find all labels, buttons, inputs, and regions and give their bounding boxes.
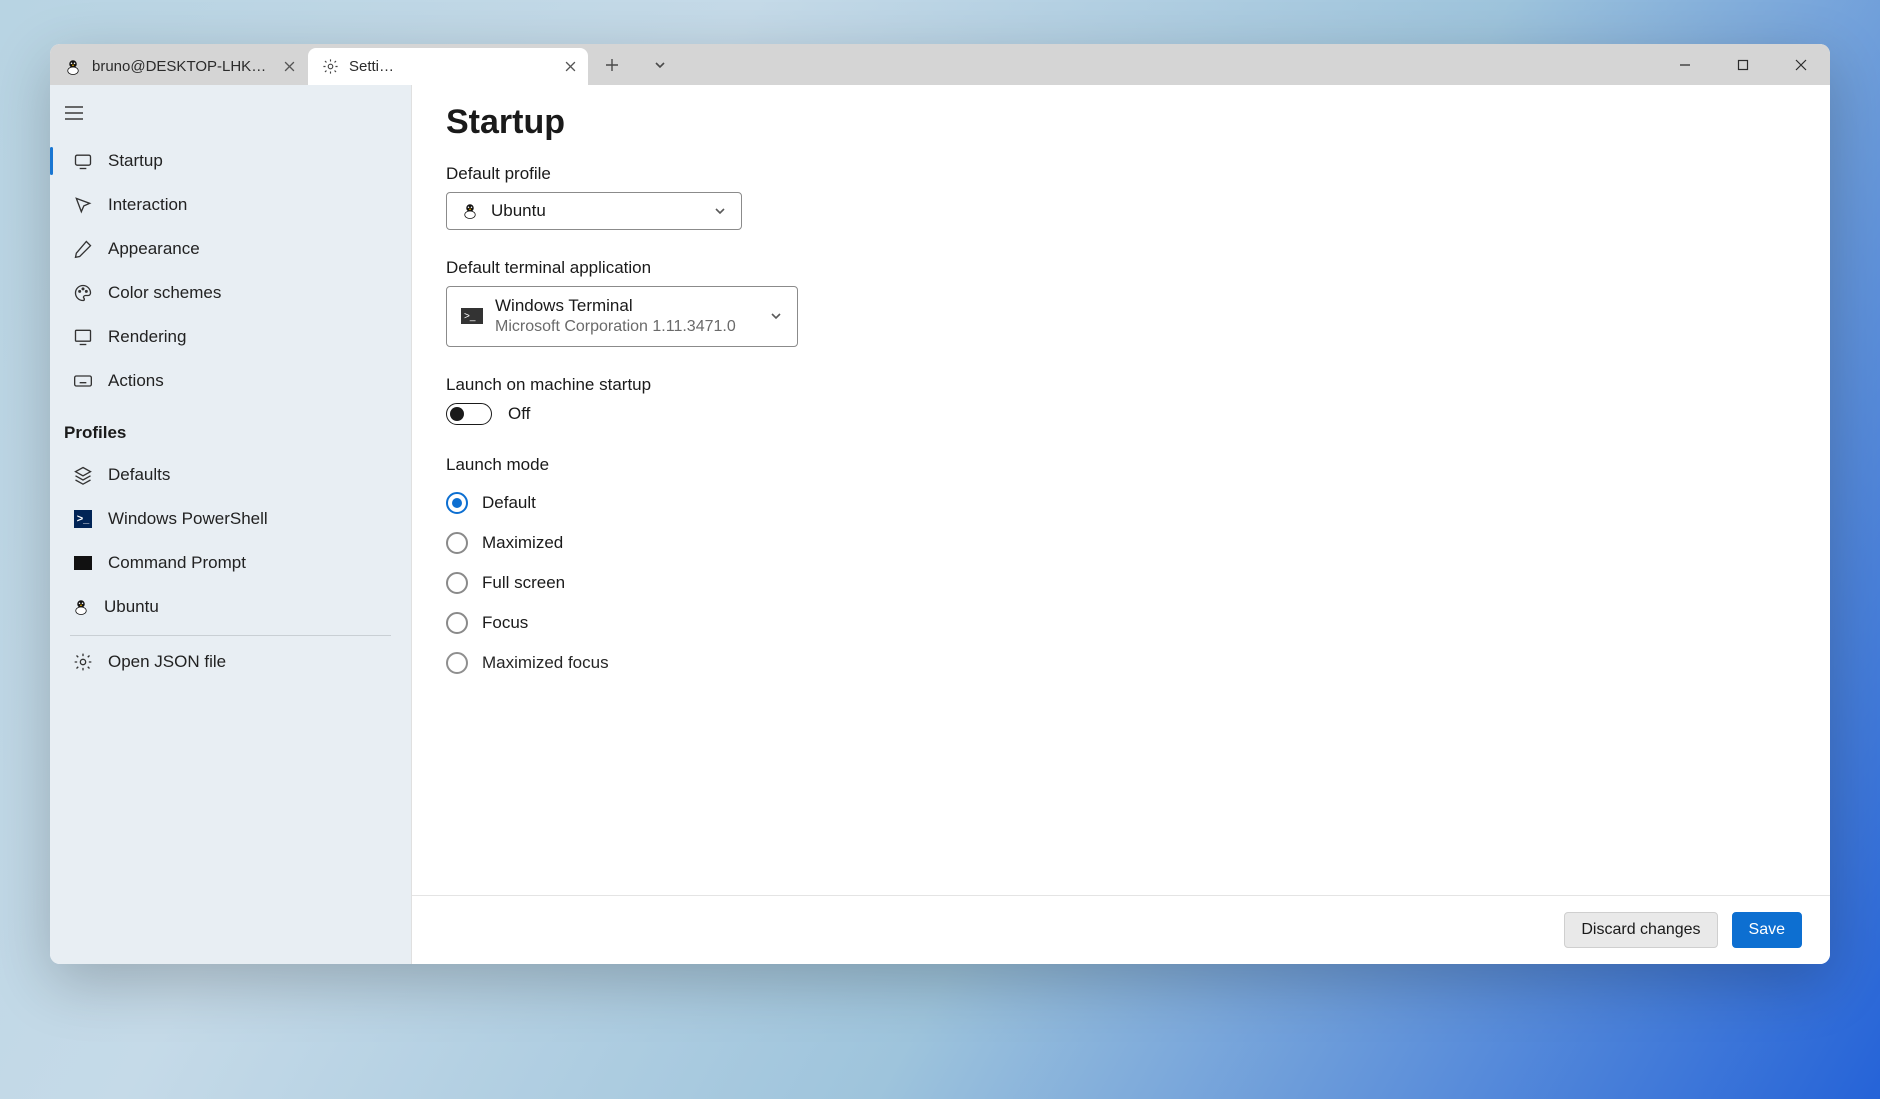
close-window-button[interactable]	[1772, 44, 1830, 85]
minimize-button[interactable]	[1656, 44, 1714, 85]
chevron-down-icon	[713, 204, 727, 218]
radio-icon	[446, 572, 468, 594]
sidebar-item-open-json[interactable]: Open JSON file	[50, 640, 411, 684]
save-button[interactable]: Save	[1732, 912, 1802, 948]
tab-label: bruno@DESKTOP-LHKG09U: /m	[92, 58, 272, 75]
radio-icon	[446, 532, 468, 554]
sidebar: Startup Interaction Appearance Color sch…	[50, 85, 412, 964]
sidebar-item-label: Ubuntu	[104, 597, 159, 617]
hamburger-button[interactable]	[50, 95, 411, 139]
default-profile-select[interactable]: Ubuntu	[446, 192, 742, 230]
sidebar-section-profiles: Profiles	[50, 403, 411, 453]
sidebar-item-startup[interactable]: Startup	[50, 139, 411, 183]
app-window: bruno@DESKTOP-LHKG09U: /m Settings	[50, 44, 1830, 964]
page-title: Startup	[446, 103, 1796, 142]
launch-mode-label: Launch mode	[446, 455, 1796, 475]
radio-label: Full screen	[482, 573, 565, 593]
window-controls	[1656, 44, 1830, 85]
sidebar-item-label: Color schemes	[108, 283, 221, 303]
sidebar-item-label: Startup	[108, 151, 163, 171]
radio-label: Maximized	[482, 533, 563, 553]
launch-mode-option-full-screen[interactable]: Full screen	[446, 563, 1796, 603]
tab-dropdown-button[interactable]	[636, 44, 684, 85]
launch-mode-option-focus[interactable]: Focus	[446, 603, 1796, 643]
sidebar-item-rendering[interactable]: Rendering	[50, 315, 411, 359]
sidebar-item-label: Actions	[108, 371, 164, 391]
sidebar-item-color-schemes[interactable]: Color schemes	[50, 271, 411, 315]
radio-label: Default	[482, 493, 536, 513]
launch-on-startup-value: Off	[508, 404, 530, 424]
close-tab-icon[interactable]	[282, 60, 296, 74]
sidebar-item-label: Windows PowerShell	[108, 509, 268, 529]
powershell-icon: >_	[72, 510, 94, 528]
gear-icon	[72, 652, 94, 672]
tab-terminal-session[interactable]: bruno@DESKTOP-LHKG09U: /m	[50, 48, 308, 85]
launch-mode-option-maximized[interactable]: Maximized	[446, 523, 1796, 563]
chevron-down-icon	[769, 309, 783, 323]
sidebar-item-defaults[interactable]: Defaults	[50, 453, 411, 497]
terminal-icon: >_	[461, 308, 483, 324]
sidebar-item-label: Rendering	[108, 327, 186, 347]
sidebar-item-label: Appearance	[108, 239, 200, 259]
keyboard-icon	[72, 371, 94, 391]
monitor-icon	[72, 327, 94, 347]
content: Startup Default profile Ubuntu Default t…	[412, 85, 1830, 964]
palette-icon	[72, 283, 94, 303]
launch-on-startup-toggle[interactable]	[446, 403, 492, 425]
sidebar-item-label: Defaults	[108, 465, 170, 485]
gear-icon	[322, 58, 339, 75]
cmd-icon	[72, 556, 94, 570]
body: Startup Interaction Appearance Color sch…	[50, 85, 1830, 964]
footer: Discard changes Save	[412, 895, 1830, 964]
sidebar-item-actions[interactable]: Actions	[50, 359, 411, 403]
maximize-button[interactable]	[1714, 44, 1772, 85]
startup-icon	[72, 151, 94, 171]
default-terminal-value: Windows Terminal	[495, 295, 736, 317]
sidebar-divider	[70, 635, 391, 636]
close-tab-icon[interactable]	[564, 60, 576, 74]
launch-on-startup-label: Launch on machine startup	[446, 375, 1796, 395]
cursor-icon	[72, 195, 94, 215]
radio-icon	[446, 492, 468, 514]
new-tab-button[interactable]	[588, 44, 636, 85]
sidebar-item-command-prompt[interactable]: Command Prompt	[50, 541, 411, 585]
radio-label: Focus	[482, 613, 528, 633]
discard-button[interactable]: Discard changes	[1564, 912, 1717, 948]
sidebar-item-label: Open JSON file	[108, 652, 226, 672]
radio-label: Maximized focus	[482, 653, 609, 673]
default-terminal-sub: Microsoft Corporation 1.11.3471.0	[495, 317, 736, 338]
tab-settings[interactable]: Settings	[308, 48, 588, 85]
radio-icon	[446, 612, 468, 634]
default-profile-label: Default profile	[446, 164, 1796, 184]
ubuntu-icon	[64, 58, 82, 76]
brush-icon	[72, 239, 94, 259]
tab-label: Settings	[349, 58, 394, 75]
sidebar-item-label: Interaction	[108, 195, 187, 215]
ubuntu-icon	[72, 598, 90, 616]
launch-mode-option-maximized-focus[interactable]: Maximized focus	[446, 643, 1796, 683]
sidebar-item-ubuntu[interactable]: Ubuntu	[50, 585, 411, 629]
sidebar-item-label: Command Prompt	[108, 553, 246, 573]
default-terminal-select[interactable]: >_ Windows Terminal Microsoft Corporatio…	[446, 286, 798, 347]
default-terminal-label: Default terminal application	[446, 258, 1796, 278]
default-profile-value: Ubuntu	[491, 201, 546, 221]
content-scroll: Startup Default profile Ubuntu Default t…	[412, 85, 1830, 895]
sidebar-item-powershell[interactable]: >_ Windows PowerShell	[50, 497, 411, 541]
sidebar-item-appearance[interactable]: Appearance	[50, 227, 411, 271]
ubuntu-icon	[461, 202, 479, 220]
sidebar-item-interaction[interactable]: Interaction	[50, 183, 411, 227]
launch-mode-option-default[interactable]: Default	[446, 483, 1796, 523]
layers-icon	[72, 465, 94, 485]
titlebar: bruno@DESKTOP-LHKG09U: /m Settings	[50, 44, 1830, 85]
radio-icon	[446, 652, 468, 674]
